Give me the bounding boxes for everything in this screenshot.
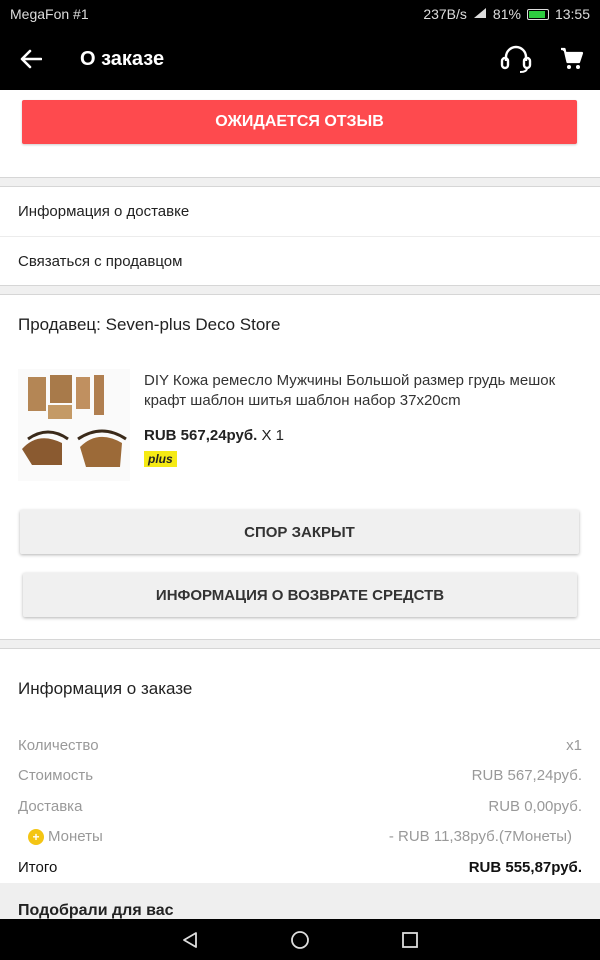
battery-level: 81% [492,6,521,22]
battery-icon [526,8,549,20]
support-button[interactable] [488,28,544,90]
product-image[interactable] [18,369,130,481]
page-title: О заказе [80,47,165,70]
dispute-closed-button[interactable]: СПОР ЗАКРЫТ [20,510,579,554]
price-line: RUB 567,24руб. X 1 [144,427,284,444]
circle-home-icon [291,930,309,949]
recommendations-title: Подобрали для вас [0,883,600,919]
order-row-cost: Стоимость RUB 567,24руб. [18,767,582,784]
triangle-back-icon [183,931,197,948]
order-row-total: Итого RUB 555,87руб. [18,859,582,876]
plus-badge: plus [144,451,177,467]
order-row-label: Стоимость [18,767,94,784]
order-row-value: RUB 0,00руб. [488,798,582,815]
seller-name[interactable]: Продавец: Seven-plus Deco Store [18,315,280,335]
order-row-label: Количество [18,737,99,754]
coin-icon: + [28,828,44,845]
contact-seller-link[interactable]: Связаться с продавцом [0,236,600,285]
order-row-quantity: Количество x1 [18,737,582,754]
signal-icon [473,6,487,22]
network-speed: 237B/s [423,6,467,22]
total-label: Итого [18,859,58,876]
review-card: ОЖИДАЕТСЯ ОТЗЫВ [0,90,600,178]
product-title[interactable]: DIY Кожа ремесло Мужчины Большой размер … [144,371,584,411]
order-details-content: ОЖИДАЕТСЯ ОТЗЫВ Информация о доставке Св… [0,90,600,919]
order-row-value: x1 [566,737,582,754]
status-bar: MegaFon #1 237B/s 81% 13:55 [0,0,600,28]
clock: 13:55 [554,6,590,22]
delivery-info-link[interactable]: Информация о доставке [0,187,600,236]
nav-recents-button[interactable] [395,925,425,955]
cart-button[interactable] [544,28,600,90]
order-row-coins: + Монеты - RUB 11,38руб.(7Монеты) [18,828,582,845]
order-row-label: Монеты [48,828,103,845]
carrier-name: MegaFon #1 [10,6,89,22]
square-recents-icon [402,931,418,948]
system-nav-bar [0,919,600,960]
order-row-label: Доставка [18,798,83,815]
nav-home-button[interactable] [285,925,315,955]
total-value: RUB 555,87руб. [468,859,582,876]
coins-label: + Монеты [18,828,103,845]
refund-info-button[interactable]: ИНФОРМАЦИЯ О ВОЗВРАТЕ СРЕДСТВ [23,573,577,617]
order-row-value: - RUB 11,38руб.(7Монеты) [388,828,572,845]
cart-icon [561,47,584,69]
product-price: RUB 567,24руб. [144,427,258,444]
back-button[interactable] [0,28,62,90]
order-info-card: Информация о заказе Количество x1 Стоимо… [0,648,600,884]
seller-card: Продавец: Seven-plus Deco Store DIY Кожа… [0,294,600,640]
pending-review-button[interactable]: ОЖИДАЕТСЯ ОТЗЫВ [22,100,577,144]
links-card: Информация о доставке Связаться с продав… [0,186,600,286]
arrow-left-icon [20,49,42,69]
headset-icon [500,45,532,73]
product-quantity: X 1 [261,427,284,444]
app-bar: О заказе [0,28,600,90]
order-info-title: Информация о заказе [18,679,193,698]
order-row-value: RUB 567,24руб. [471,767,582,784]
order-row-delivery: Доставка RUB 0,00руб. [18,798,582,815]
nav-back-button[interactable] [175,925,205,955]
